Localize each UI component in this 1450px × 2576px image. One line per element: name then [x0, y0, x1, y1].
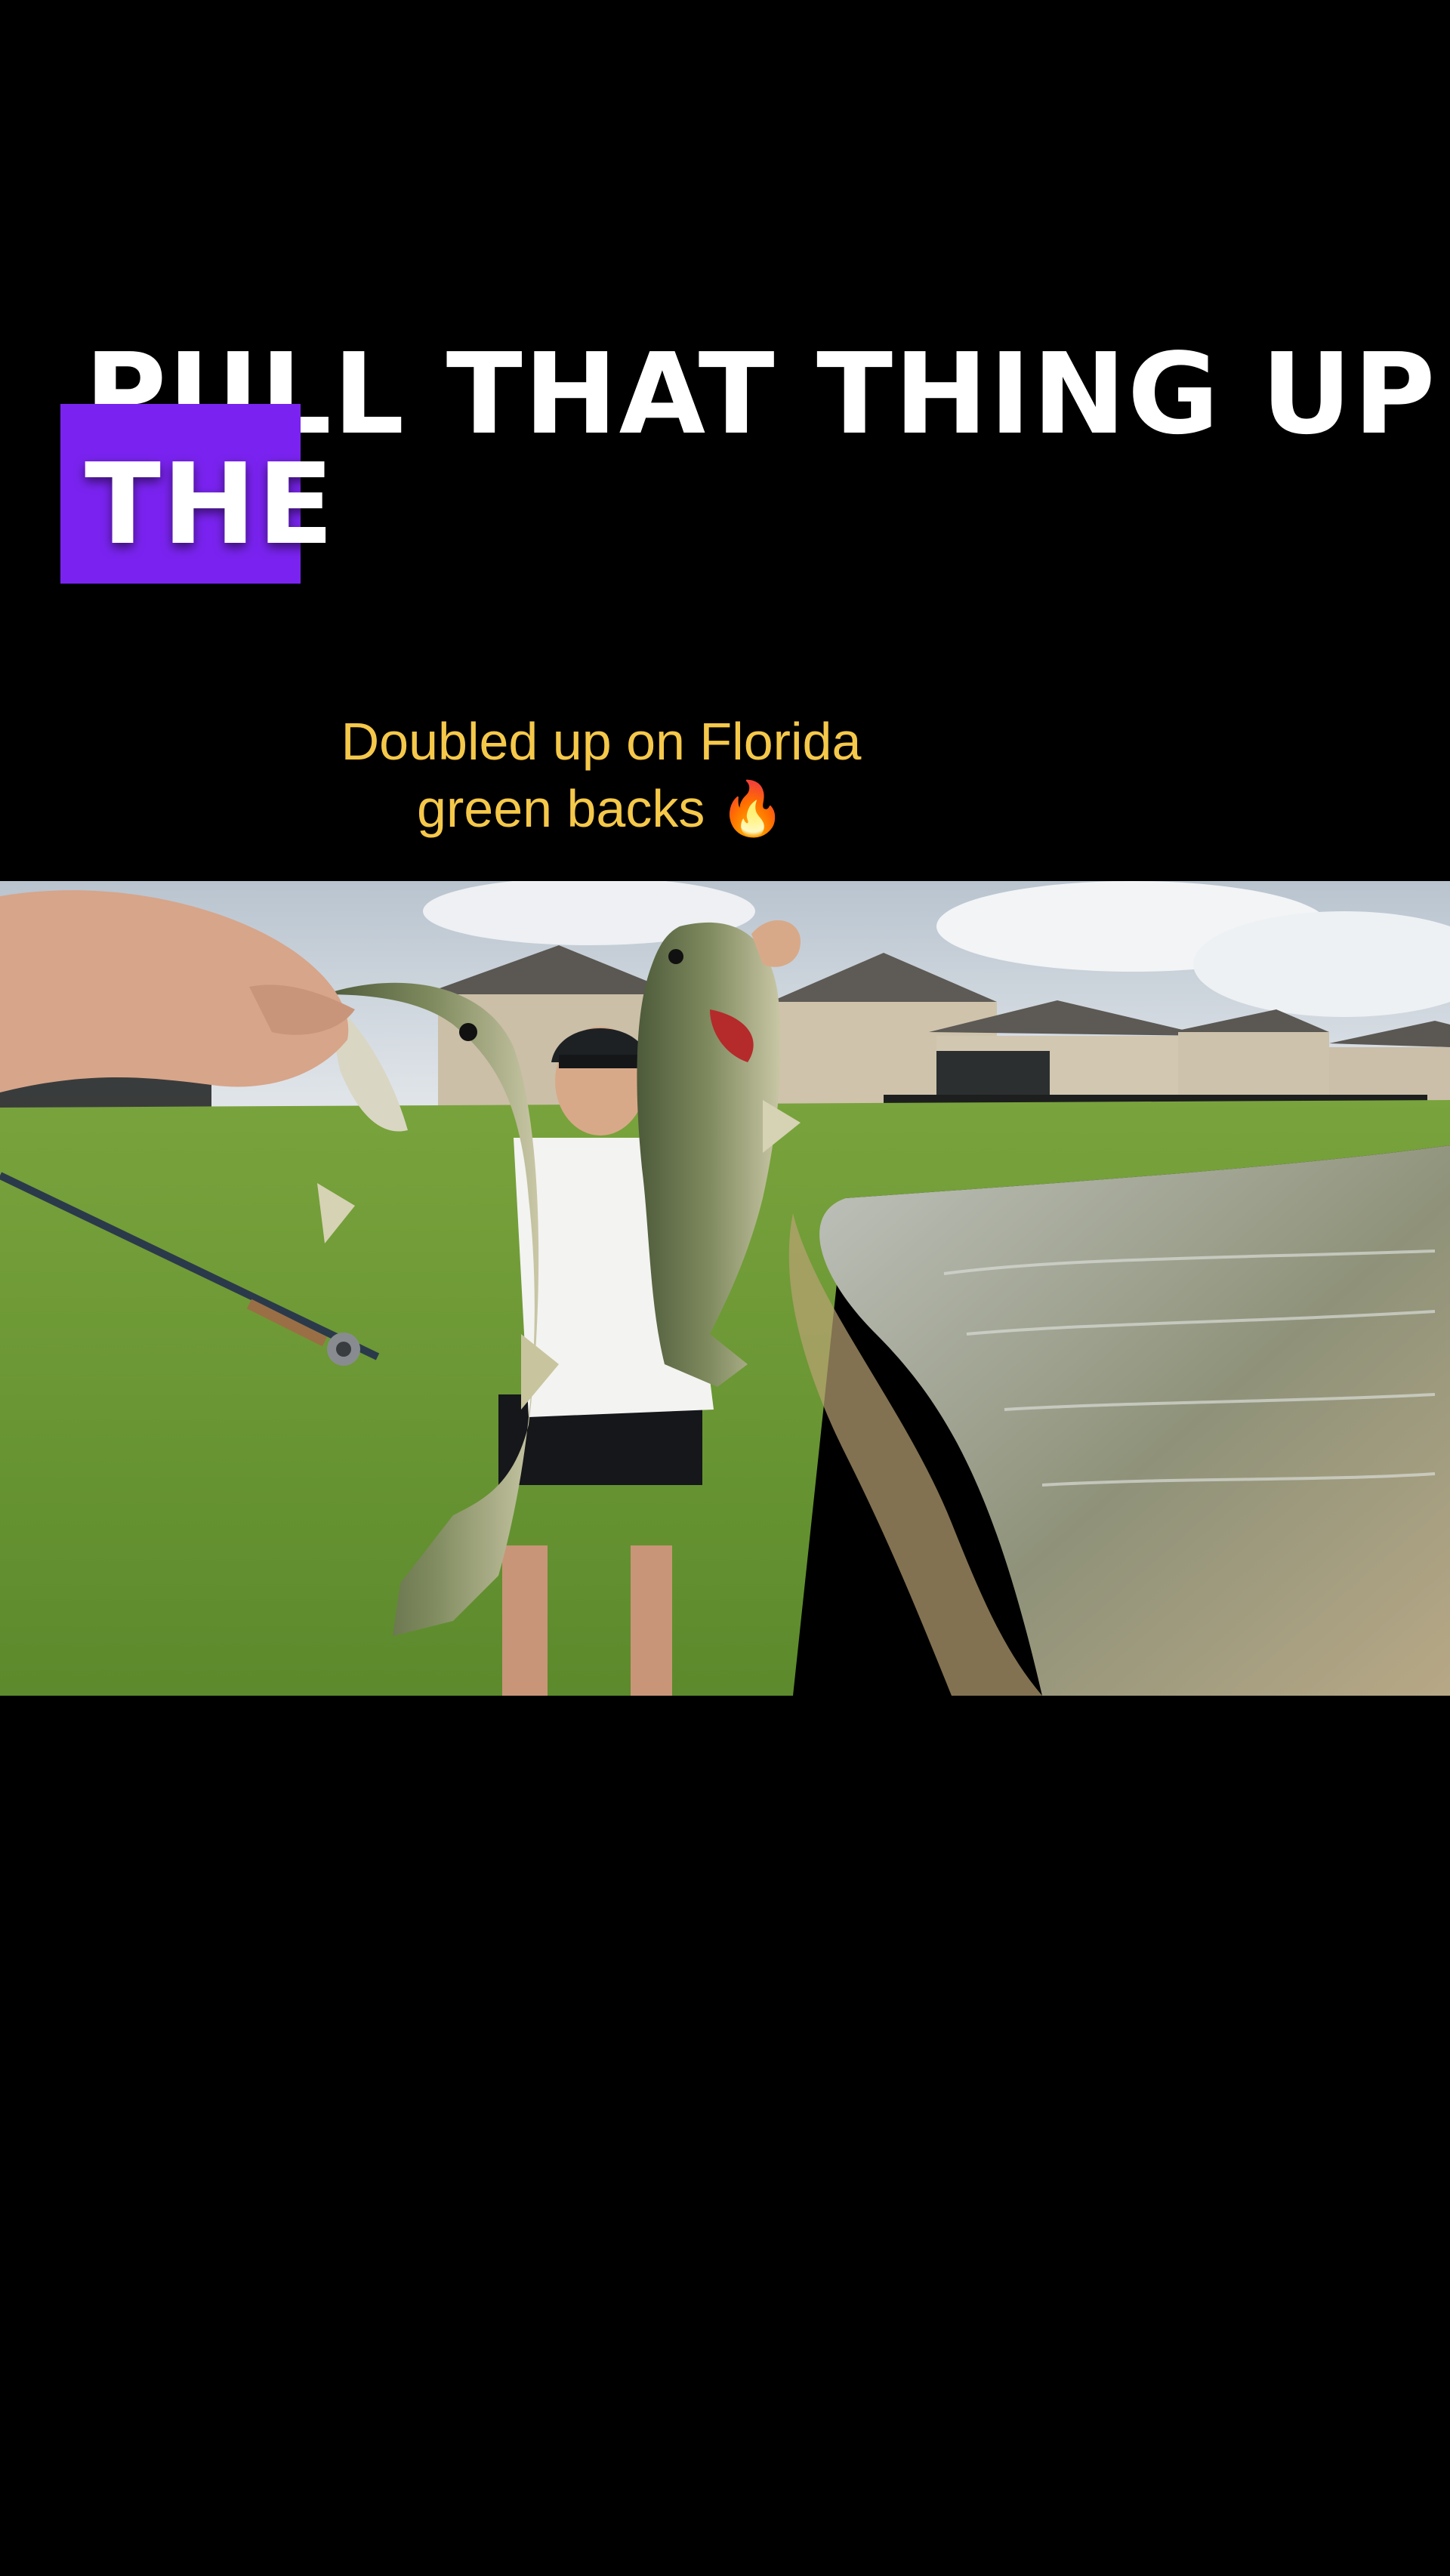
subtitle-line-2: green backs 🔥	[417, 779, 785, 838]
fishing-photo	[0, 881, 1450, 1696]
subtitle-line-1: Doubled up on Florida	[341, 712, 862, 771]
subtitle: Doubled up on Florida green backs 🔥	[0, 708, 1202, 843]
caption-line-2: THE	[85, 439, 335, 569]
fishing-photo-icon	[0, 881, 1450, 1696]
